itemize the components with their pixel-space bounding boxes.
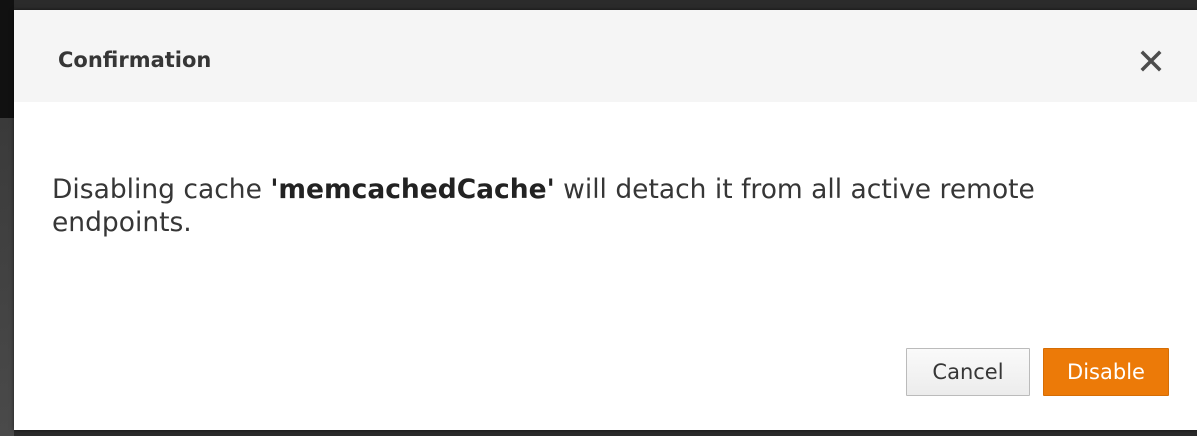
close-button[interactable] bbox=[1135, 45, 1167, 77]
confirmation-dialog: Confirmation Disabling cache 'memcachedC… bbox=[14, 10, 1197, 430]
dialog-header: Confirmation bbox=[14, 10, 1197, 102]
cache-name: 'memcachedCache' bbox=[270, 174, 555, 205]
background-page-edge bbox=[0, 0, 14, 436]
dialog-message: Disabling cache 'memcachedCache' will de… bbox=[52, 173, 1162, 239]
cancel-button[interactable]: Cancel bbox=[906, 348, 1030, 396]
close-icon bbox=[1140, 50, 1162, 72]
dialog-title: Confirmation bbox=[58, 48, 212, 72]
message-prefix: Disabling cache bbox=[52, 174, 271, 205]
disable-button[interactable]: Disable bbox=[1043, 348, 1169, 396]
